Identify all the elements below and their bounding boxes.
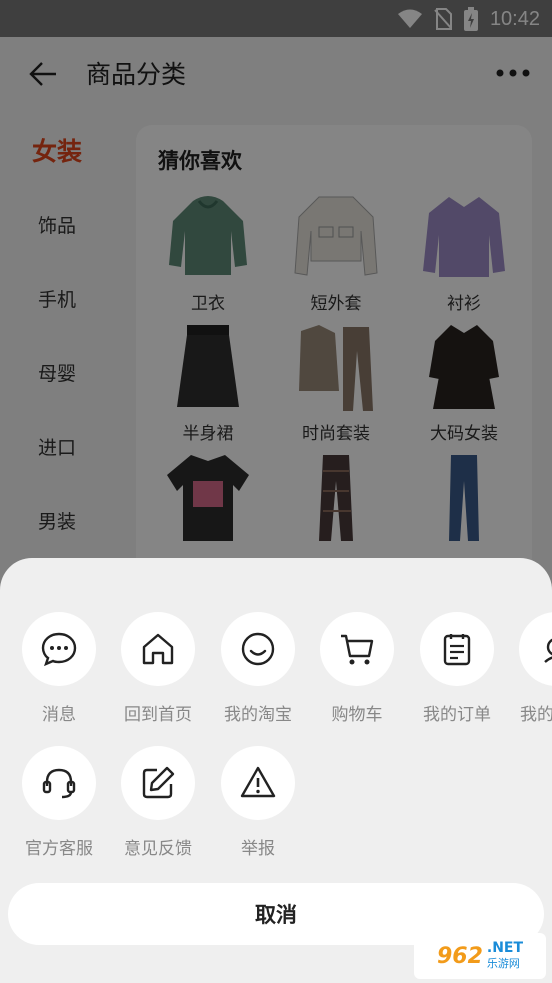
warning-icon xyxy=(240,766,276,798)
action-circle xyxy=(121,746,195,820)
action-label: 我的淘宝 xyxy=(224,705,292,725)
order-icon xyxy=(443,634,471,666)
action-circle xyxy=(320,612,394,686)
action-orders[interactable]: 我的订单 xyxy=(407,612,507,725)
action-sheet: 消息 回到首页 我的淘宝 购物车 我的订单 我的 官方客服 意见反馈 举报 取消 xyxy=(0,558,552,983)
action-label: 我的 xyxy=(520,705,552,725)
message-icon xyxy=(41,632,77,667)
action-label: 回到首页 xyxy=(124,705,192,725)
action-message[interactable]: 消息 xyxy=(9,612,109,725)
site-watermark: 962 .NET 乐游网 xyxy=(414,933,546,979)
action-circle xyxy=(420,612,494,686)
action-label: 我的订单 xyxy=(423,705,491,725)
cart-icon xyxy=(341,634,374,665)
watermark-text: .NET 乐游网 xyxy=(487,941,523,971)
action-circle xyxy=(519,612,552,686)
action-label: 意见反馈 xyxy=(124,839,192,859)
action-circle xyxy=(121,612,195,686)
action-circle xyxy=(221,746,295,820)
action-circle xyxy=(221,612,295,686)
smile-icon xyxy=(241,632,275,666)
edit-icon xyxy=(142,766,175,799)
action-partial[interactable]: 我的 xyxy=(506,612,552,725)
action-row-primary: 消息 回到首页 我的淘宝 购物车 我的订单 我的 xyxy=(0,612,552,732)
action-circle xyxy=(22,612,96,686)
action-feedback[interactable]: 意见反馈 xyxy=(108,746,208,859)
action-label: 购物车 xyxy=(331,705,383,725)
partial-icon xyxy=(544,638,552,663)
action-label: 官方客服 xyxy=(25,839,93,859)
action-my-taobao[interactable]: 我的淘宝 xyxy=(208,612,308,725)
home-icon xyxy=(142,633,174,665)
action-customer-service[interactable]: 官方客服 xyxy=(9,746,109,859)
action-report[interactable]: 举报 xyxy=(208,746,308,859)
action-label: 举报 xyxy=(241,839,275,859)
headset-icon xyxy=(42,768,76,799)
watermark-sub: 乐游网 xyxy=(486,957,520,970)
watermark-number: 962 xyxy=(436,943,483,969)
action-row-secondary: 官方客服 意见反馈 举报 xyxy=(0,746,552,866)
action-circle xyxy=(22,746,96,820)
watermark-net: .NET xyxy=(486,940,524,956)
action-label: 消息 xyxy=(42,705,76,725)
action-cart[interactable]: 购物车 xyxy=(307,612,407,725)
action-home[interactable]: 回到首页 xyxy=(108,612,208,725)
